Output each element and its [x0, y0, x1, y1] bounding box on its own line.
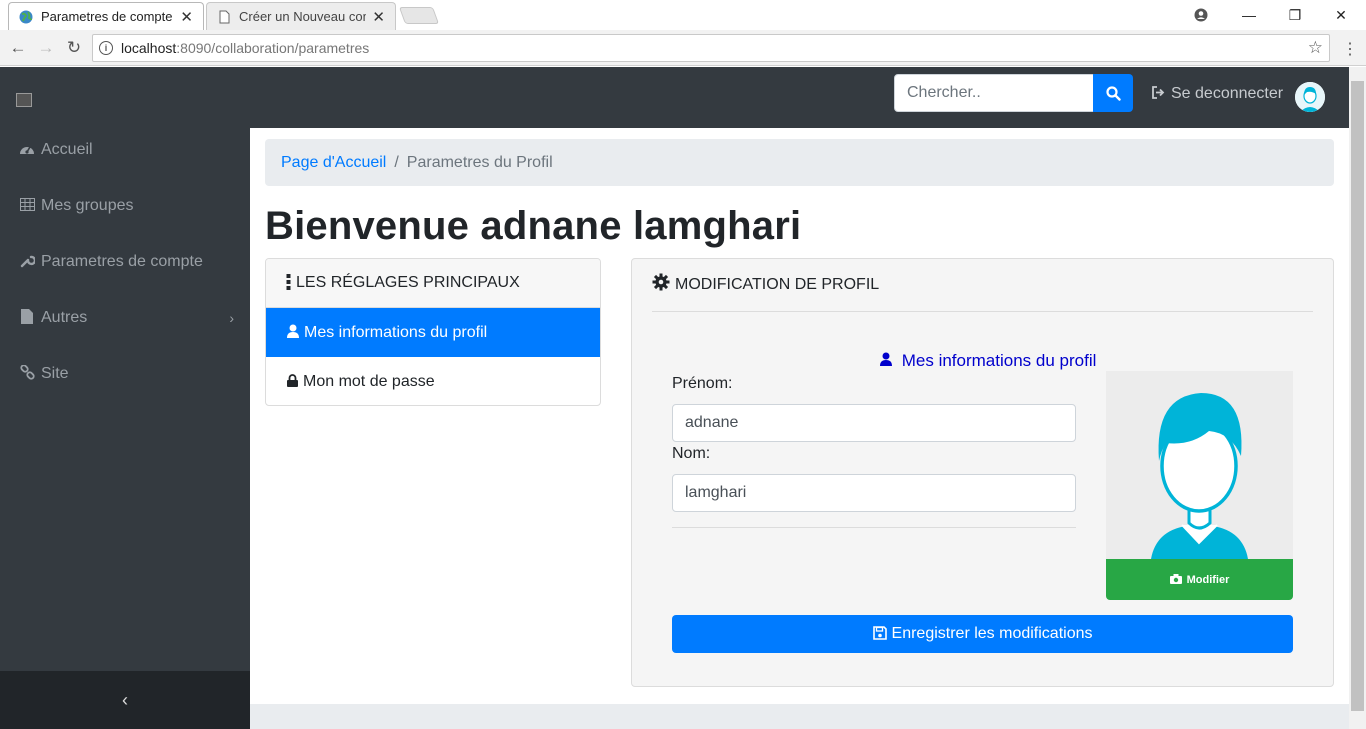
- broken-logo-image: [16, 93, 32, 107]
- url-host: localhost: [121, 40, 177, 56]
- file-icon: [18, 309, 36, 327]
- save-changes-button[interactable]: Enregistrer les modifications: [672, 615, 1293, 653]
- gear-icon: [652, 273, 670, 297]
- settings-item-password[interactable]: Mon mot de passe: [266, 357, 600, 405]
- user-avatar-illustration: [1106, 371, 1293, 559]
- user-icon: [880, 352, 892, 369]
- sidebar-item-mes-groupes[interactable]: Mes groupes: [0, 186, 250, 226]
- globe-icon: [19, 10, 33, 23]
- page-footer: [250, 704, 1349, 729]
- reload-icon[interactable]: ↻: [64, 38, 84, 58]
- vertical-ellipsis-icon: [286, 273, 291, 293]
- breadcrumb-separator: /: [394, 153, 399, 171]
- browser-menu-icon[interactable]: ⋮: [1342, 39, 1358, 59]
- panel-header: MODIFICATION DE PROFIL: [652, 273, 879, 297]
- sidebar-collapse-button[interactable]: ‹: [0, 671, 250, 729]
- breadcrumb-home-link[interactable]: Page d'Accueil: [281, 154, 386, 172]
- search-icon: [1105, 85, 1121, 101]
- document-icon: [219, 10, 230, 23]
- divider: [672, 527, 1076, 528]
- profile-photo: [1106, 371, 1293, 559]
- info-icon[interactable]: i: [99, 41, 113, 55]
- back-arrow-icon[interactable]: ←: [8, 38, 28, 58]
- last-name-field[interactable]: lamghari: [672, 474, 1076, 512]
- forward-arrow-icon[interactable]: →: [36, 38, 56, 58]
- lock-icon: [287, 373, 298, 390]
- scrollbar[interactable]: [1349, 67, 1366, 729]
- change-photo-button[interactable]: Modifier: [1106, 559, 1293, 600]
- first-name-label: Prénom:: [672, 375, 733, 392]
- browser-toolbar: ← → ↻ i localhost:8090/collaboration/par…: [0, 30, 1366, 66]
- page-title: Bienvenue adnane lamghari: [265, 204, 802, 248]
- browser-tab[interactable]: Créer un Nouveau compt ✕: [206, 2, 396, 30]
- browser-tab-active[interactable]: Parametres de compte ✕: [8, 2, 204, 30]
- sidebar-item-label: Autres: [41, 309, 88, 326]
- chevron-right-icon: ›: [229, 310, 234, 326]
- address-bar[interactable]: i localhost:8090/collaboration/parametre…: [92, 34, 1330, 62]
- close-window-button[interactable]: ✕: [1318, 0, 1364, 30]
- user-icon: [287, 324, 299, 341]
- settings-item-label: Mon mot de passe: [303, 372, 435, 390]
- search-input[interactable]: Chercher..: [894, 74, 1094, 112]
- sidebar-item-site[interactable]: Site: [0, 354, 250, 394]
- browser-tabstrip: Parametres de compte ✕ Créer un Nouveau …: [0, 0, 1366, 30]
- change-photo-label: Modifier: [1186, 573, 1230, 586]
- save-icon: [872, 625, 887, 643]
- settings-item-profile-info[interactable]: Mes informations du profil: [266, 308, 600, 357]
- sign-out-icon: [1152, 86, 1166, 102]
- star-icon[interactable]: ☆: [1308, 38, 1323, 58]
- save-changes-label: Enregistrer les modifications: [891, 625, 1093, 642]
- first-name-field[interactable]: adnane: [672, 404, 1076, 442]
- new-tab-button[interactable]: [398, 7, 440, 24]
- last-name-label: Nom:: [672, 445, 711, 462]
- profile-info-heading: Mes informations du profil: [880, 351, 1096, 371]
- profile-edit-panel: MODIFICATION DE PROFIL Mes informations …: [631, 258, 1334, 687]
- tab-title: Créer un Nouveau compt: [239, 9, 366, 24]
- search-button[interactable]: [1093, 74, 1133, 112]
- top-navbar: Chercher.. Se deconnecter: [250, 67, 1349, 128]
- sidebar-item-label: Parametres de compte: [41, 253, 203, 270]
- sidebar-item-label: Accueil: [41, 141, 93, 158]
- breadcrumb-current: Parametres du Profil: [406, 153, 553, 171]
- main-content: Page d'Accueil / Parametres du Profil Bi…: [250, 128, 1349, 704]
- sidebar-item-parametres[interactable]: Parametres de compte: [0, 242, 250, 282]
- maximize-button[interactable]: ❐: [1272, 0, 1318, 30]
- sidebar: Accueil Mes groupes Parametres de compte…: [0, 67, 250, 729]
- settings-menu-title: LES RÉGLAGES PRINCIPAUX: [296, 274, 520, 291]
- settings-menu: LES RÉGLAGES PRINCIPAUX Mes informations…: [265, 258, 601, 406]
- settings-item-label: Mes informations du profil: [304, 323, 488, 341]
- link-icon: [18, 364, 36, 383]
- search-placeholder: Chercher..: [907, 84, 981, 101]
- sidebar-item-accueil[interactable]: Accueil: [0, 130, 250, 170]
- close-tab-icon[interactable]: ✕: [180, 8, 193, 26]
- close-tab-icon[interactable]: ✕: [372, 8, 385, 26]
- logout-link[interactable]: Se deconnecter: [1152, 85, 1283, 103]
- divider: [652, 311, 1313, 312]
- panel-title: MODIFICATION DE PROFIL: [675, 276, 880, 293]
- wrench-icon: [18, 253, 36, 271]
- account-icon[interactable]: [1178, 0, 1224, 30]
- table-icon: [18, 198, 36, 214]
- minimize-button[interactable]: —: [1226, 0, 1272, 30]
- profile-info-heading-text: Mes informations du profil: [901, 351, 1097, 370]
- sidebar-item-label: Site: [41, 365, 69, 382]
- scrollbar-thumb[interactable]: [1351, 81, 1364, 711]
- sidebar-item-autres[interactable]: Autres ›: [0, 298, 250, 338]
- camera-icon: [1169, 572, 1182, 587]
- last-name-value: lamghari: [685, 484, 747, 501]
- breadcrumb: Page d'Accueil / Parametres du Profil: [265, 139, 1334, 186]
- chevron-left-icon: ‹: [122, 689, 128, 710]
- settings-menu-header: LES RÉGLAGES PRINCIPAUX: [266, 259, 600, 308]
- dashboard-icon: [18, 142, 36, 159]
- first-name-value: adnane: [685, 414, 739, 431]
- tab-title: Parametres de compte: [41, 9, 173, 24]
- user-avatar[interactable]: [1295, 82, 1325, 112]
- url-path: :8090/collaboration/parametres: [176, 40, 370, 56]
- sidebar-item-label: Mes groupes: [41, 197, 134, 214]
- logout-label: Se deconnecter: [1171, 85, 1284, 102]
